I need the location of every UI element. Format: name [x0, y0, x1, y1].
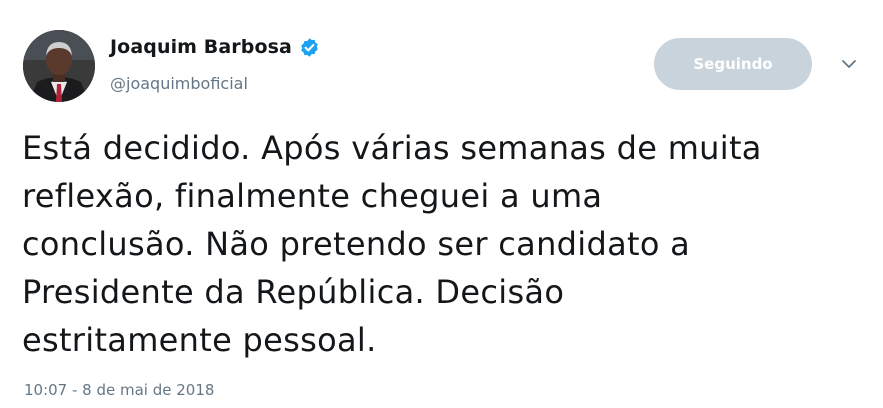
tweet-text-line: reflexão, finalmente cheguei a uma	[22, 177, 603, 215]
author-handle[interactable]: @joaquimboficial	[110, 74, 248, 93]
author-display-name[interactable]: Joaquim Barbosa	[110, 36, 292, 58]
tweet-card: Joaquim Barbosa @joaquimboficial Seguind…	[0, 0, 883, 408]
author-name-row: Joaquim Barbosa	[110, 36, 320, 58]
tweet-timestamp[interactable]: 10:07 - 8 de mai de 2018	[24, 381, 214, 399]
tweet-text: Está decidido. Após várias semanas de mu…	[22, 124, 867, 364]
tweet-text-line: conclusão. Não pretendo ser candidato a	[22, 225, 691, 263]
following-button[interactable]: Seguindo	[654, 38, 812, 90]
avatar[interactable]	[23, 30, 95, 102]
tweet-text-line: estritamente pessoal.	[22, 321, 377, 359]
tweet-text-line: Está decidido. Após várias semanas de mu…	[22, 129, 762, 167]
verified-badge-icon	[299, 37, 320, 58]
tweet-text-line: Presidente da República. Decisão	[22, 273, 565, 311]
profile-photo	[23, 30, 95, 102]
chevron-down-icon[interactable]	[838, 56, 860, 72]
